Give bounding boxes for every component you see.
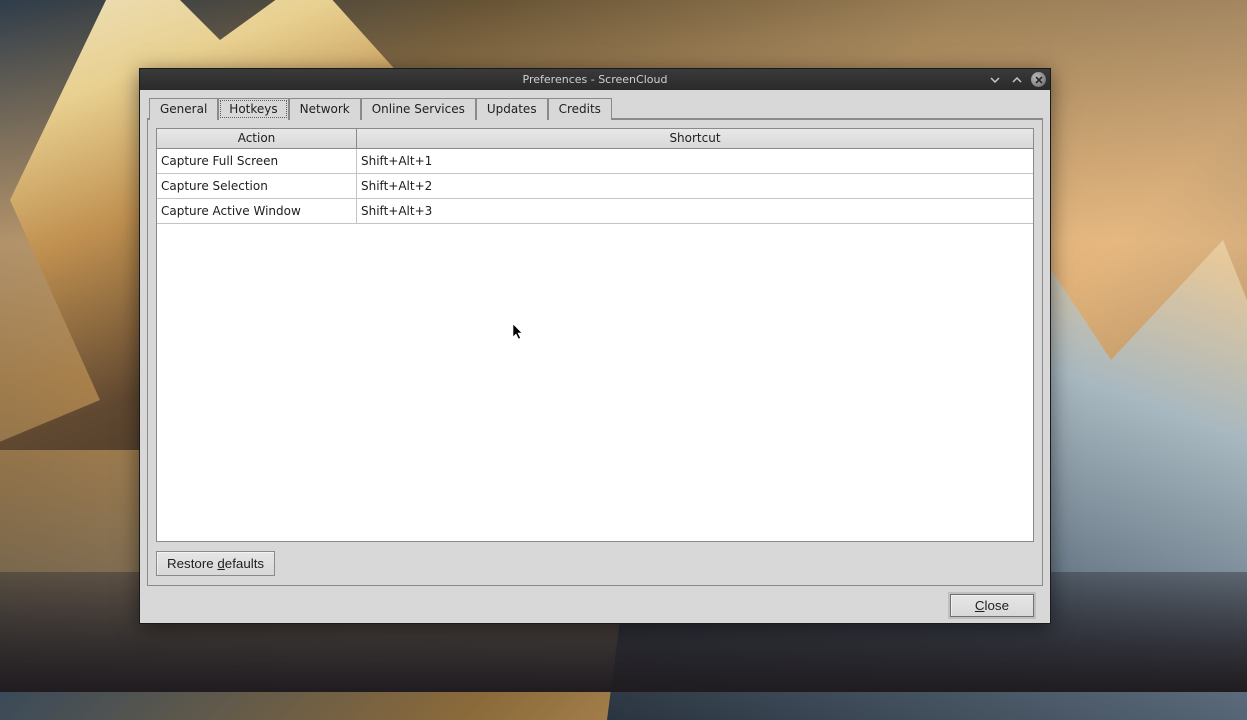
button-label-post: efaults: [225, 556, 264, 571]
tab-label: Updates: [487, 102, 537, 116]
tab-label: Credits: [559, 102, 601, 116]
tab-online-services[interactable]: Online Services: [361, 98, 476, 120]
tab-panel: Action Shortcut Capture Full Screen Shif…: [147, 118, 1043, 586]
table-row[interactable]: Capture Full Screen Shift+Alt+1: [157, 149, 1033, 174]
close-icon[interactable]: [1031, 72, 1046, 87]
tab-general[interactable]: General: [149, 98, 218, 120]
button-label-pre: Restore: [167, 556, 217, 571]
column-header-action[interactable]: Action: [157, 129, 357, 149]
cell-shortcut: Shift+Alt+3: [357, 199, 1033, 223]
window-body: General Hotkeys Network Online Services …: [140, 90, 1050, 623]
table-row[interactable]: Capture Selection Shift+Alt+2: [157, 174, 1033, 199]
dialog-footer: Close: [147, 586, 1043, 623]
tab-updates[interactable]: Updates: [476, 98, 548, 120]
button-label-accesskey: C: [975, 598, 985, 613]
close-button[interactable]: Close: [950, 594, 1034, 617]
tab-credits[interactable]: Credits: [548, 98, 612, 120]
hotkeys-table: Action Shortcut Capture Full Screen Shif…: [156, 128, 1034, 542]
table-body: Capture Full Screen Shift+Alt+1 Capture …: [157, 149, 1033, 541]
tab-label: Network: [300, 102, 350, 116]
tab-label: Online Services: [372, 102, 465, 116]
tab-bar: General Hotkeys Network Online Services …: [147, 97, 1043, 119]
tab-hotkeys[interactable]: Hotkeys: [218, 98, 288, 120]
table-row[interactable]: Capture Active Window Shift+Alt+3: [157, 199, 1033, 224]
titlebar-controls: [987, 72, 1050, 88]
cell-action: Capture Active Window: [157, 199, 357, 223]
cell-shortcut: Shift+Alt+2: [357, 174, 1033, 198]
column-header-shortcut[interactable]: Shortcut: [357, 129, 1033, 149]
restore-defaults-button[interactable]: Restore defaults: [156, 551, 275, 576]
preferences-window: Preferences - ScreenCloud General Hotkey…: [139, 68, 1051, 624]
button-label-accesskey: d: [217, 556, 224, 571]
tab-label: General: [160, 102, 207, 116]
tab-label: Hotkeys: [229, 102, 277, 116]
window-title: Preferences - ScreenCloud: [140, 73, 1050, 86]
table-header-row: Action Shortcut: [157, 129, 1033, 149]
tab-network[interactable]: Network: [289, 98, 361, 120]
cell-action: Capture Full Screen: [157, 149, 357, 173]
panel-footer: Restore defaults: [156, 542, 1034, 576]
shade-down-icon[interactable]: [987, 72, 1003, 88]
shade-up-icon[interactable]: [1009, 72, 1025, 88]
cell-action: Capture Selection: [157, 174, 357, 198]
titlebar[interactable]: Preferences - ScreenCloud: [140, 69, 1050, 90]
cell-shortcut: Shift+Alt+1: [357, 149, 1033, 173]
button-label-post: lose: [985, 598, 1009, 613]
